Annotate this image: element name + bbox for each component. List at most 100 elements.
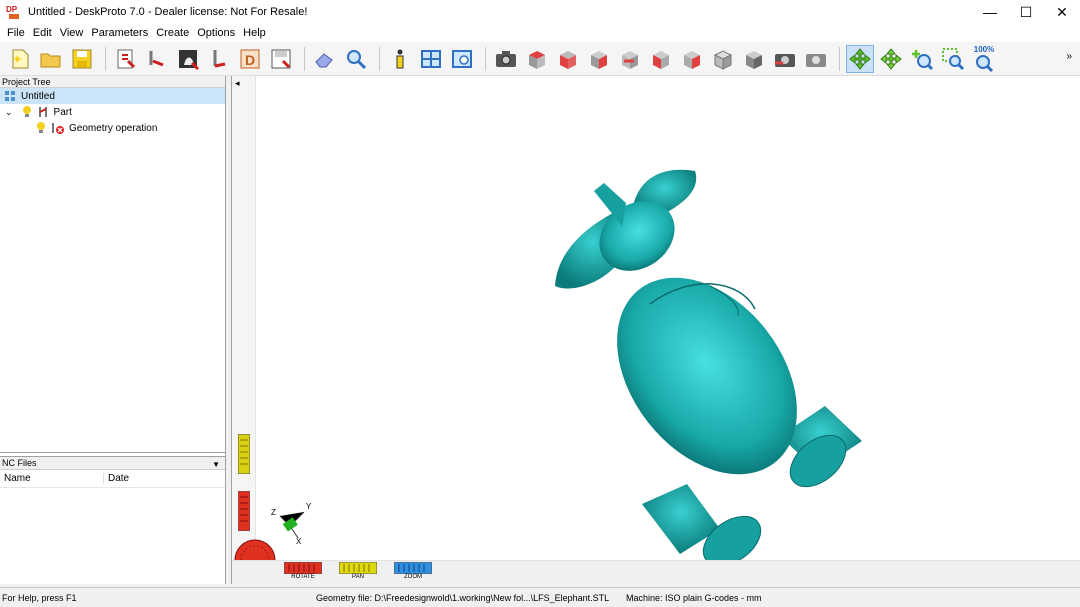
view-iso-icon (713, 49, 733, 70)
lightbulb-icon[interactable] (21, 105, 33, 119)
rotate-mode-icon (849, 47, 871, 70)
menu-file[interactable]: File (3, 27, 29, 39)
zoom-mode-icon (912, 49, 934, 70)
nc-files-header: NC Files ▼ (0, 456, 225, 470)
tree-item-part[interactable]: ⌄ Part (0, 104, 225, 120)
svg-text:D: D (245, 52, 255, 68)
menu-edit[interactable]: Edit (29, 27, 56, 39)
tree-item-untitled[interactable]: Untitled (0, 88, 225, 104)
save-project-button[interactable] (68, 45, 96, 73)
axis-indicator: Z Y X (271, 502, 312, 546)
minimize-button[interactable]: — (972, 0, 1008, 24)
view-front-button[interactable] (554, 45, 582, 73)
camera-icon (496, 50, 516, 67)
dp-button[interactable]: D (236, 45, 264, 73)
open-project-button[interactable] (37, 45, 65, 73)
view-front-icon (560, 50, 576, 69)
3d-viewport[interactable]: ◂ Z Y X ROTATE PAN ZOOM (231, 76, 1080, 584)
info-button[interactable] (386, 45, 414, 73)
maximize-button[interactable]: ☐ (1008, 0, 1044, 24)
menu-parameters[interactable]: Parameters (87, 27, 152, 39)
svg-text:Y: Y (306, 502, 312, 511)
tree-operation-label: Geometry operation (69, 122, 158, 134)
load-geometry-button[interactable] (112, 45, 140, 73)
main-toolbar: D 100% » (0, 42, 1080, 76)
nc-files-title: NC Files (2, 458, 37, 468)
operation-error-icon (52, 123, 64, 134)
pan-wheel-horizontal[interactable] (339, 562, 377, 574)
nc-files-dropdown-icon[interactable]: ▼ (212, 458, 220, 471)
toolbar-overflow-button[interactable]: » (1066, 51, 1072, 62)
view-icon (452, 49, 472, 68)
zoom-window-icon (942, 47, 965, 70)
view-top-button[interactable] (523, 45, 551, 73)
menu-create[interactable]: Create (152, 27, 193, 39)
toolpath-button[interactable] (143, 45, 171, 73)
view-right-icon (684, 50, 700, 69)
render-button[interactable] (802, 45, 830, 73)
view-back-button[interactable] (616, 45, 644, 73)
zoom-mode-button[interactable] (908, 45, 936, 73)
pan-mode-icon (880, 47, 902, 70)
view-solid-icon (746, 50, 762, 69)
menu-options[interactable]: Options (193, 27, 239, 39)
view-button[interactable] (448, 45, 476, 73)
tree-item-geometry-operation[interactable]: Geometry operation (0, 120, 225, 136)
view-iso-button[interactable] (709, 45, 737, 73)
rotate-mode-button[interactable] (846, 44, 874, 73)
view-top-icon (529, 50, 545, 69)
view-side-button[interactable] (585, 45, 613, 73)
status-help-text: For Help, press F1 (2, 592, 77, 603)
pan-mode-button[interactable] (877, 45, 905, 73)
tree-part-label: Part (53, 106, 72, 118)
model-elephant (555, 169, 862, 560)
menu-view[interactable]: View (56, 27, 88, 39)
snapshot-button[interactable] (771, 45, 799, 73)
window-title: Untitled - DeskProto 7.0 - Dealer licens… (28, 6, 308, 18)
toolpath-icon (149, 50, 164, 66)
zoom-100-button[interactable]: 100% (970, 45, 998, 73)
nc-files-column-headers: Name Date (0, 470, 225, 488)
column-header-date[interactable]: Date (104, 473, 129, 484)
magnifier-button[interactable] (342, 45, 370, 73)
menu-help[interactable]: Help (239, 27, 270, 39)
new-project-button[interactable] (6, 45, 34, 73)
snapshot-icon (775, 53, 795, 67)
svg-text:X: X (296, 537, 302, 546)
column-header-name[interactable]: Name (0, 473, 104, 484)
camera-button[interactable] (492, 45, 520, 73)
pan-label: PAN (352, 574, 364, 580)
rotate-wheel-horizontal[interactable] (284, 562, 322, 574)
status-bar: For Help, press F1 Geometry file: D:\Fre… (0, 587, 1080, 607)
layout-button[interactable] (417, 45, 445, 73)
view-left-icon (653, 50, 669, 69)
zoom-level-label: 100% (973, 44, 995, 54)
project-tree-header: Project Tree (0, 76, 225, 88)
zoom-window-button[interactable] (939, 45, 967, 73)
save-geometry-button[interactable] (267, 45, 295, 73)
bitmap-button[interactable] (174, 45, 202, 73)
view-right-button[interactable] (678, 45, 706, 73)
lightbulb-icon[interactable] (35, 121, 47, 135)
deskproto-logo-icon: DP (6, 4, 22, 20)
magnifier-icon (347, 49, 367, 69)
dp-icon: D (240, 49, 260, 68)
zoom-wheel-horizontal[interactable] (394, 562, 432, 574)
render-icon (806, 53, 826, 67)
title-bar: DP Untitled - DeskProto 7.0 - Dealer lic… (0, 0, 1080, 24)
bitmap-icon (179, 49, 200, 70)
tree-root-label: Untitled (21, 90, 55, 102)
expand-chevron-icon[interactable]: ⌄ (5, 107, 13, 118)
zoom-label: ZOOM (404, 574, 422, 580)
project-icon (5, 91, 15, 101)
project-tree: Untitled ⌄ Part Geometry operation (0, 88, 225, 453)
cutter-button[interactable] (205, 45, 233, 73)
view-solid-button[interactable] (740, 45, 768, 73)
view-left-button[interactable] (647, 45, 675, 73)
close-button[interactable]: ✕ (1044, 0, 1080, 24)
status-geometry-file: Geometry file: D:\Freedesignwold\1.worki… (316, 592, 610, 603)
layout-icon (421, 49, 441, 68)
status-machine: Machine: ISO plain G-codes - mm (626, 592, 762, 603)
save-geometry-icon (271, 49, 291, 68)
eraser-button[interactable] (311, 45, 339, 73)
